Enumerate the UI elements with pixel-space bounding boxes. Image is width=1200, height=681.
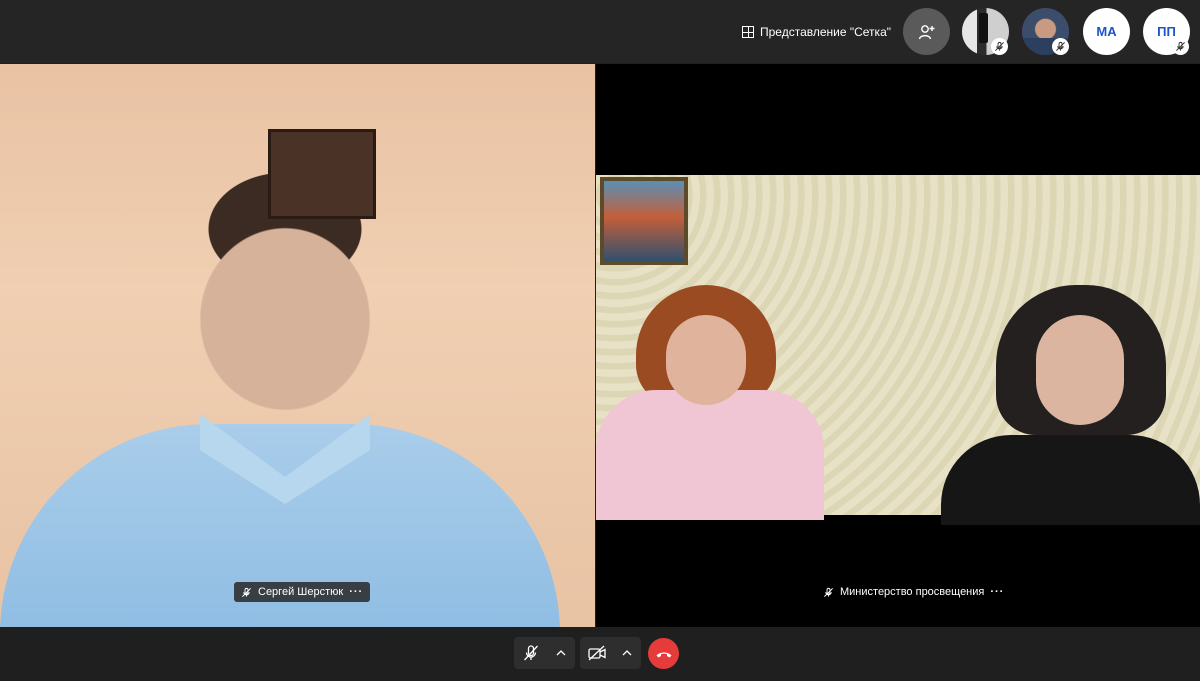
camera-off-icon bbox=[587, 645, 606, 661]
video-tile-right[interactable]: Министерство просвещения ··· bbox=[596, 64, 1200, 627]
participant-name: Министерство просвещения bbox=[840, 586, 985, 598]
wall-picture bbox=[600, 177, 688, 265]
muted-badge-icon bbox=[991, 38, 1008, 55]
participant-name-tag[interactable]: Министерство просвещения ··· bbox=[816, 582, 1011, 602]
mic-control-group bbox=[514, 637, 575, 669]
view-mode-label: Представление "Сетка" bbox=[760, 25, 892, 39]
more-options-icon[interactable]: ··· bbox=[990, 586, 1004, 598]
avatar-initials: ПП bbox=[1157, 24, 1176, 39]
muted-badge-icon bbox=[1172, 38, 1189, 55]
more-options-icon[interactable]: ··· bbox=[349, 586, 363, 598]
mic-off-icon bbox=[242, 587, 251, 597]
mic-options-button[interactable] bbox=[547, 637, 575, 669]
participant-person bbox=[596, 285, 826, 520]
mic-off-icon bbox=[523, 645, 538, 661]
camera-control-group bbox=[580, 637, 641, 669]
chevron-up-icon bbox=[622, 650, 632, 656]
toggle-mic-button[interactable] bbox=[514, 637, 547, 669]
add-person-icon bbox=[918, 24, 934, 39]
video-tile-left[interactable]: Сергей Шерстюк ··· bbox=[0, 64, 595, 627]
hang-up-button[interactable] bbox=[648, 638, 679, 669]
participant-name: Сергей Шерстюк bbox=[258, 586, 344, 598]
add-participant-button[interactable] bbox=[903, 8, 950, 55]
participant-avatar-initials[interactable]: МА bbox=[1083, 8, 1130, 55]
muted-badge-icon bbox=[1052, 38, 1069, 55]
grid-icon bbox=[742, 26, 754, 38]
camera-options-button[interactable] bbox=[613, 637, 641, 669]
chevron-up-icon bbox=[556, 650, 566, 656]
participant-video bbox=[596, 175, 1200, 525]
view-mode-dropdown[interactable]: Представление "Сетка" ⌄ bbox=[742, 22, 909, 42]
wall-picture bbox=[268, 129, 376, 219]
top-bar: Представление "Сетка" ⌄ МА ПП bbox=[0, 0, 1200, 63]
hang-up-icon bbox=[656, 652, 671, 657]
participant-name-tag[interactable]: Сергей Шерстюк ··· bbox=[234, 582, 371, 602]
participant-person bbox=[941, 285, 1200, 525]
mic-off-icon bbox=[824, 587, 833, 597]
toggle-camera-button[interactable] bbox=[580, 637, 613, 669]
avatar-initials: МА bbox=[1096, 24, 1117, 39]
